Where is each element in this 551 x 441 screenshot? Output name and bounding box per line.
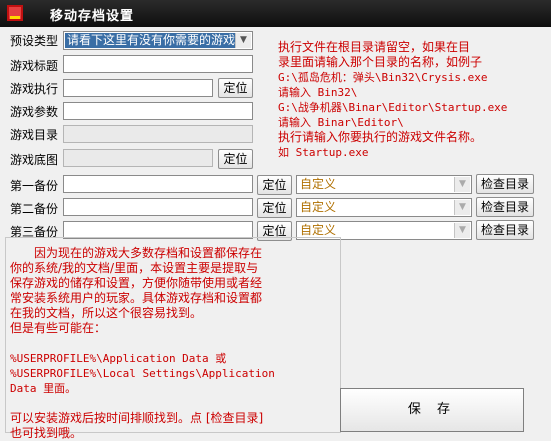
chevron-down-icon[interactable]: ▼ — [454, 200, 470, 215]
app-icon — [7, 5, 23, 21]
hint-line: 如 Startup.exe — [278, 146, 369, 159]
note-line: 常安装系统用户的玩家。具体游戏存档和设置都 — [10, 291, 263, 305]
exec-label: 游戏执行 — [10, 82, 59, 96]
backup2-check-button[interactable]: 检查目录 — [476, 197, 534, 217]
chevron-down-icon[interactable]: ▼ — [454, 177, 470, 192]
note-panel: 因为现在的游戏大多数存档和设置都保存在 你的系统/我的文档/里面，本设置主要是提… — [5, 237, 341, 440]
hint-line: 请输入 Bin32\ — [278, 86, 358, 99]
note-line: 因为现在的游戏大多数存档和设置都保存在 — [34, 246, 263, 260]
backup1-input[interactable] — [63, 175, 253, 193]
hint-line: 执行请输入你要执行的游戏文件名称。 — [278, 130, 483, 144]
note-line: %USERPROFILE%\Application Data 或 — [10, 352, 227, 365]
game-dir-input[interactable] — [63, 125, 253, 143]
chevron-down-icon[interactable]: ▼ — [235, 33, 251, 48]
hint-line: 执行文件在根目录请留空，如果在目 — [278, 40, 471, 54]
exec-hint: 执行文件在根目录请留空，如果在目 录里面请输入那个目录的名称，如例子 G:\孤岛… — [278, 40, 507, 160]
backup2-label: 第二备份 — [10, 202, 59, 216]
note-line: 你的系统/我的文档/里面，本设置主要是提取与 — [10, 261, 259, 275]
note-line: 在我的文档，所以这个很容易找到。 — [10, 306, 203, 320]
game-title-input[interactable] — [63, 55, 253, 73]
preset-value: 请看下这里有没有你需要的游戏 — [65, 33, 238, 48]
save-button[interactable]: 保 存 — [340, 388, 524, 432]
hint-line: G:\战争机器\Binar\Editor\Startup.exe — [278, 101, 508, 114]
note-text: 因为现在的游戏大多数存档和设置都保存在 你的系统/我的文档/里面，本设置主要是提… — [10, 246, 275, 441]
backup2-type-select[interactable]: 自定义 ▼ — [296, 198, 472, 217]
note-line: 也可找到哦。 — [10, 426, 83, 440]
backup3-check-button[interactable]: 检查目录 — [476, 220, 534, 240]
note-line: 但是有些可能在： — [10, 321, 107, 335]
backup2-type-value: 自定义 — [300, 200, 337, 214]
preset-select[interactable]: 请看下这里有没有你需要的游戏 ▼ — [63, 31, 253, 50]
backup1-locate-button[interactable]: 定位 — [257, 175, 292, 195]
window-title: 移动存档设置 — [50, 9, 135, 24]
bg-locate-button[interactable]: 定位 — [218, 149, 253, 169]
chevron-down-icon[interactable]: ▼ — [454, 223, 470, 238]
backup1-check-button[interactable]: 检查目录 — [476, 174, 534, 194]
backup1-type-value: 自定义 — [300, 177, 337, 191]
bg-label: 游戏底图 — [10, 153, 59, 167]
hint-line: 录里面请输入那个目录的名称，如例子 — [278, 55, 483, 69]
backup1-type-select[interactable]: 自定义 ▼ — [296, 175, 472, 194]
note-line: 保存游戏的储存和设置，方便你随带使用或者经 — [10, 276, 263, 290]
note-line: Data 里面。 — [10, 382, 77, 395]
preset-label: 预设类型 — [10, 34, 59, 48]
backup1-label: 第一备份 — [10, 179, 59, 193]
title-label: 游戏标题 — [10, 59, 59, 73]
note-line: %USERPROFILE%\Local Settings\Application — [10, 367, 275, 380]
backup2-locate-button[interactable]: 定位 — [257, 198, 292, 218]
backup2-input[interactable] — [63, 198, 253, 216]
title-bar[interactable]: 移动存档设置 — [0, 0, 551, 27]
hint-line: G:\孤岛危机：弹头\Bin32\Crysis.exe — [278, 71, 488, 84]
params-label: 游戏参数 — [10, 105, 59, 119]
game-bg-input[interactable] — [63, 149, 213, 167]
exec-locate-button[interactable]: 定位 — [218, 78, 253, 98]
dir-label: 游戏目录 — [10, 128, 59, 142]
game-exec-input[interactable] — [63, 79, 213, 97]
hint-line: 请输入 Binar\Editor\ — [278, 116, 404, 129]
game-params-input[interactable] — [63, 102, 253, 120]
note-line: 可以安装游戏后按时间排顺找到。点 [检查目录] — [10, 411, 264, 425]
